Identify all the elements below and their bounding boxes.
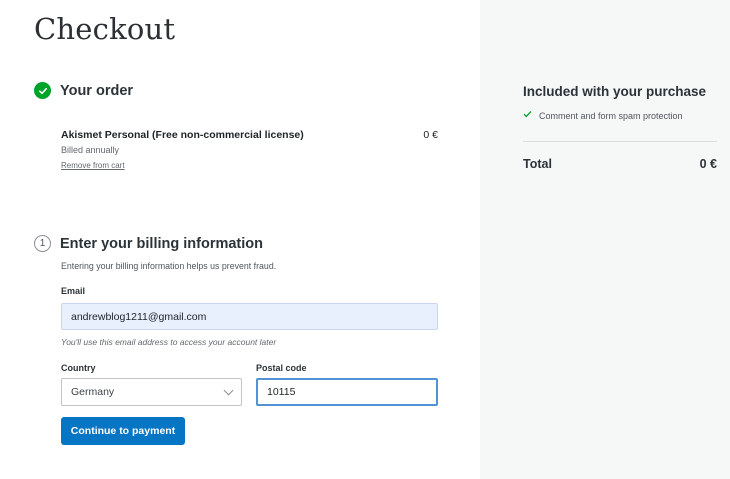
checkmark-circle-icon [34,82,51,99]
included-item-label: Comment and form spam protection [539,110,683,121]
chevron-down-icon [223,385,234,396]
included-item: Comment and form spam protection [523,110,683,121]
included-heading: Included with your purchase [523,84,707,99]
step-number-badge: 1 [34,235,51,252]
total-label: Total [523,157,552,171]
country-label: Country [61,363,96,373]
continue-to-payment-button[interactable]: Continue to payment [61,417,185,445]
order-heading: Your order [60,82,134,99]
billing-helper-text: Entering your billing information helps … [61,261,277,271]
postal-code-label: Postal code [256,363,307,373]
postal-code-field[interactable]: 10115 [256,378,438,406]
email-field[interactable]: andrewblog1211@gmail.com [61,303,438,330]
billing-period: Billed annually [61,145,120,155]
email-hint: You'll use this email address to access … [61,337,277,347]
country-select[interactable]: Germany [61,378,242,406]
email-label: Email [61,286,86,296]
page-title: Checkout [34,12,176,46]
product-name: Akismet Personal (Free non-commercial li… [61,129,304,141]
order-step-header: Your order [34,82,133,99]
billing-heading: Enter your billing information [60,235,263,252]
remove-from-cart-link[interactable]: Remove from cart [61,161,125,170]
country-value: Germany [71,386,115,398]
billing-step-header: 1 Enter your billing information [34,235,263,252]
product-price: 0 € [423,129,438,141]
checkmark-icon [523,110,532,121]
order-summary-sidebar [480,0,730,479]
checkout-main: Checkout Your order Akismet Personal (Fr… [0,0,480,479]
summary-divider [523,141,717,142]
total-value: 0 € [699,157,717,171]
